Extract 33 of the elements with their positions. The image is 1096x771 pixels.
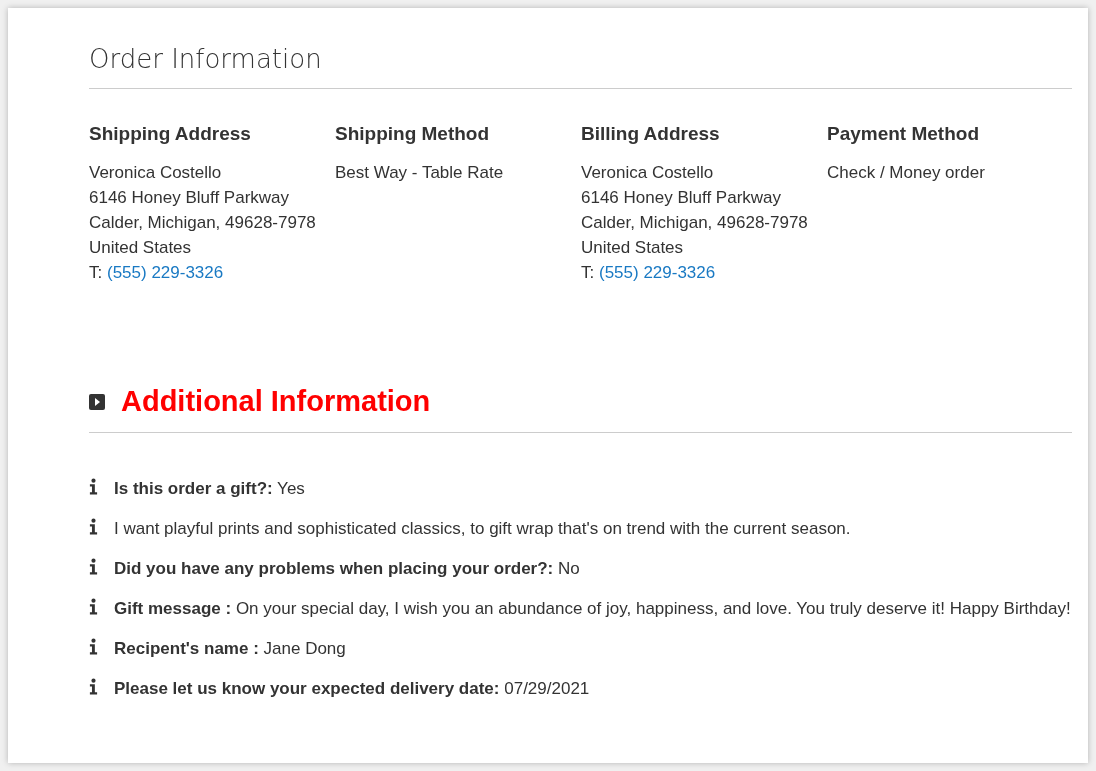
info-icon — [89, 638, 98, 655]
address-line: Check / Money order — [827, 162, 986, 184]
address-line: 6146 Honey Bluff Parkway — [581, 187, 783, 209]
section-title: Additional Information — [121, 385, 431, 418]
address-line: Veronica Costello — [581, 162, 715, 184]
address-line: United States — [581, 237, 685, 259]
info-text: I want playful prints and sophisticated classics, to gift wrap that's on trend with the current season. — [114, 518, 851, 540]
column-heading: Payment Method — [827, 123, 981, 145]
column-heading: Shipping Address — [89, 123, 252, 145]
phone-label: T: — [89, 263, 103, 282]
address-line: Calder, Michigan, 49628-7978 — [581, 212, 809, 234]
info-text: Recipent's name : Jane Dong — [114, 638, 346, 660]
info-icon — [89, 518, 98, 535]
toggle-icon[interactable] — [89, 393, 105, 410]
info-icon — [89, 478, 98, 495]
phone-link[interactable]: (555) 229-3326 — [598, 263, 716, 282]
phone-label: T: — [581, 263, 595, 282]
address-line: Veronica Costello — [89, 162, 223, 184]
address-line: 6146 Honey Bluff Parkway — [89, 187, 291, 209]
address-line: United States — [89, 237, 193, 259]
section-title: Order Information — [89, 44, 323, 74]
info-icon — [89, 598, 98, 615]
info-icon — [89, 558, 98, 575]
address-line: Calder, Michigan, 49628-7978 — [89, 212, 317, 234]
column-heading: Billing Address — [581, 123, 721, 145]
info-text: Gift message : On your special day, I wish you an abundance of joy, happiness, and love. You truly deserve it! Happy Birthday! — [114, 598, 1071, 620]
info-text: Did you have any problems when placing your order?: No — [114, 558, 580, 580]
column-heading: Shipping Method — [335, 123, 491, 145]
phone-link[interactable]: (555) 229-3326 — [106, 263, 224, 282]
info-icon — [89, 678, 98, 695]
info-text: Please let us know your expected delivery date: 07/29/2021 — [114, 678, 590, 700]
info-text: Is this order a gift?: Yes — [114, 478, 305, 500]
address-line: Best Way - Table Rate — [335, 162, 505, 184]
